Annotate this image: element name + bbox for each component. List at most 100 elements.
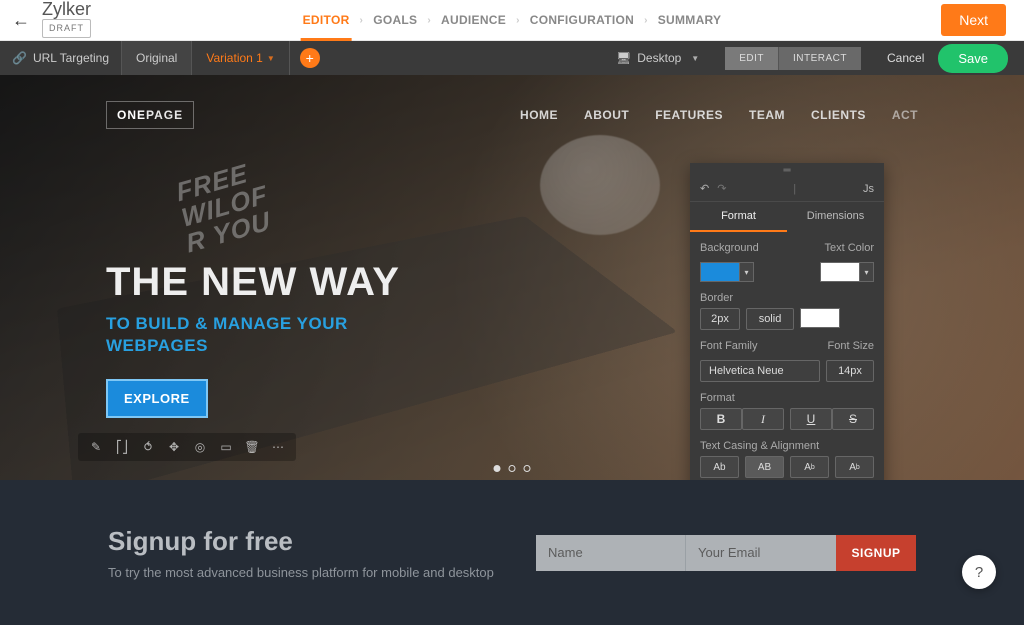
chevron-right-icon: › xyxy=(360,15,364,26)
save-button[interactable]: Save xyxy=(938,44,1008,73)
trash-icon[interactable]: 🗑 xyxy=(244,439,260,455)
next-button[interactable]: Next xyxy=(941,4,1006,36)
nav-about[interactable]: ABOUT xyxy=(584,108,629,122)
tab-variation-label: Variation 1 xyxy=(206,51,262,65)
textcolor-swatch[interactable] xyxy=(820,262,860,282)
back-arrow-icon[interactable]: ← xyxy=(0,10,42,31)
signup-title: Signup for free xyxy=(108,526,494,557)
link-icon[interactable]: ⥀ xyxy=(140,439,156,455)
format-label: Format xyxy=(700,392,874,404)
dot-2[interactable] xyxy=(509,465,516,472)
js-button[interactable]: Js xyxy=(863,183,874,195)
textcolor-dropdown[interactable]: ▾ xyxy=(860,262,874,282)
redo-icon[interactable]: ↷ xyxy=(717,182,726,195)
signup-section: Signup for free To try the most advanced… xyxy=(0,480,1024,625)
chevron-right-icon: › xyxy=(516,15,520,26)
tab-original[interactable]: Original xyxy=(121,41,192,75)
status-badge: DRAFT xyxy=(42,19,91,38)
link-icon: 🔗 xyxy=(12,51,27,65)
border-style-input[interactable]: solid xyxy=(746,308,794,330)
nav-team[interactable]: TEAM xyxy=(749,108,785,122)
background-screen-text: FREE WILOF R YOU xyxy=(174,155,274,256)
nav-features[interactable]: FEATURES xyxy=(655,108,723,122)
case-sup-button[interactable]: Ab xyxy=(790,456,829,478)
background-dropdown[interactable]: ▾ xyxy=(740,262,754,282)
project-block: Zylker DRAFT xyxy=(42,2,91,38)
more-icon[interactable]: ⋯ xyxy=(270,439,286,455)
nav-partial[interactable]: ACT xyxy=(892,108,918,122)
device-label: Desktop xyxy=(637,51,681,65)
breadcrumb: EDITOR › GOALS › AUDIENCE › CONFIGURATIO… xyxy=(303,13,722,27)
background-label: Background xyxy=(700,242,759,254)
caret-down-icon: ▼ xyxy=(267,54,275,63)
breadcrumb-summary[interactable]: SUMMARY xyxy=(658,13,722,27)
panel-tab-dimensions[interactable]: Dimensions xyxy=(787,202,884,232)
explore-button[interactable]: EXPLORE xyxy=(106,379,208,418)
tab-variation[interactable]: Variation 1 ▼ xyxy=(192,41,289,75)
monitor-icon: 🖥 xyxy=(616,51,631,65)
strike-button[interactable]: S xyxy=(832,408,874,430)
email-field[interactable] xyxy=(686,535,836,571)
interact-mode-button[interactable]: INTERACT xyxy=(779,47,861,70)
panel-tab-format[interactable]: Format xyxy=(690,202,787,232)
fontfamily-input[interactable]: Helvetica Neue xyxy=(700,360,820,382)
border-label: Border xyxy=(700,292,874,304)
fontfamily-label: Font Family xyxy=(700,340,757,352)
url-targeting[interactable]: 🔗 URL Targeting xyxy=(0,51,121,65)
floating-toolbar: ✎ ⎡⎦ ⥀ ✥ ◎ ▭ 🗑 ⋯ xyxy=(78,433,296,461)
editor-canvas[interactable]: FREE WILOF R YOU ONEPAGE HOME ABOUT FEAT… xyxy=(0,75,1024,480)
signup-form: SIGNUP xyxy=(536,535,916,571)
brackets-icon[interactable]: ⎡⎦ xyxy=(114,439,130,455)
signup-subtitle: To try the most advanced business platfo… xyxy=(108,565,494,580)
move-icon[interactable]: ✥ xyxy=(166,439,182,455)
target-icon[interactable]: ◎ xyxy=(192,439,208,455)
undo-icon[interactable]: ↶ xyxy=(700,182,709,195)
border-width-input[interactable]: 2px xyxy=(700,308,740,330)
dot-3[interactable] xyxy=(524,465,531,472)
project-name: Zylker xyxy=(42,2,91,17)
chevron-right-icon: › xyxy=(427,15,431,26)
cancel-button[interactable]: Cancel xyxy=(873,51,938,65)
add-variation-button[interactable]: + xyxy=(300,48,320,68)
nav-home[interactable]: HOME xyxy=(520,108,558,122)
fontsize-input[interactable]: 14px xyxy=(826,360,874,382)
breadcrumb-audience[interactable]: AUDIENCE xyxy=(441,13,506,27)
case-ab1-button[interactable]: Ab xyxy=(700,456,739,478)
background-mug xyxy=(540,135,660,235)
nav-clients[interactable]: CLIENTS xyxy=(811,108,866,122)
case-sub-button[interactable]: Ab xyxy=(835,456,874,478)
chevron-right-icon: › xyxy=(644,15,648,26)
italic-button[interactable]: I xyxy=(742,408,784,430)
layers-icon[interactable]: ▭ xyxy=(218,439,234,455)
edit-mode-button[interactable]: EDIT xyxy=(725,47,779,70)
format-panel: ═ ↶ ↷ | Js Format Dimensions Background … xyxy=(690,163,884,480)
pencil-icon[interactable]: ✎ xyxy=(88,439,104,455)
underline-button[interactable]: U xyxy=(790,408,832,430)
signup-button[interactable]: SIGNUP xyxy=(836,535,916,571)
mode-toggle: EDIT INTERACT xyxy=(725,47,861,70)
fontsize-label: Font Size xyxy=(828,340,874,352)
background-swatch[interactable] xyxy=(700,262,740,282)
device-selector[interactable]: 🖥 Desktop ▼ xyxy=(602,51,713,65)
url-targeting-label: URL Targeting xyxy=(33,51,109,65)
breadcrumb-configuration[interactable]: CONFIGURATION xyxy=(530,13,634,27)
site-logo[interactable]: ONEPAGE xyxy=(106,101,194,129)
border-color-swatch[interactable] xyxy=(800,308,840,328)
tab-original-label: Original xyxy=(136,51,177,65)
name-field[interactable] xyxy=(536,535,686,571)
help-button[interactable]: ? xyxy=(962,555,996,589)
drag-handle-icon[interactable]: ═ xyxy=(690,163,884,176)
casing-label: Text Casing & Alignment xyxy=(700,440,874,452)
caret-down-icon: ▼ xyxy=(691,54,699,63)
dot-1[interactable] xyxy=(494,465,501,472)
hero-headline[interactable]: THE NEW WAY xyxy=(106,260,400,305)
textcolor-label: Text Color xyxy=(824,242,874,254)
breadcrumb-goals[interactable]: GOALS xyxy=(373,13,417,27)
hero-subhead[interactable]: TO BUILD & MANAGE YOUR WEBPAGES xyxy=(106,313,400,357)
bold-button[interactable]: B xyxy=(700,408,742,430)
case-ab2-button[interactable]: AB xyxy=(745,456,784,478)
carousel-dots xyxy=(494,465,531,472)
hero: THE NEW WAY TO BUILD & MANAGE YOUR WEBPA… xyxy=(106,260,400,418)
site-nav: ONEPAGE HOME ABOUT FEATURES TEAM CLIENTS… xyxy=(0,101,1024,129)
breadcrumb-editor[interactable]: EDITOR xyxy=(303,13,350,27)
